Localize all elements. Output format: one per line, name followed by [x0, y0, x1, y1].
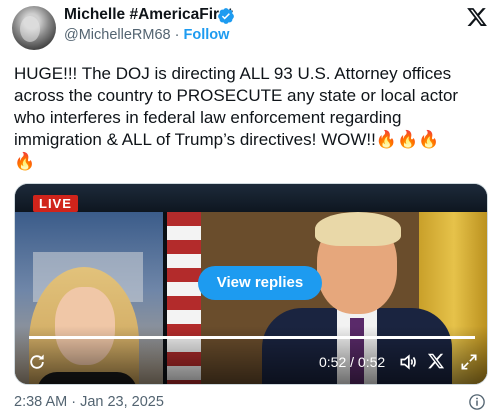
- video-progress-bar[interactable]: [29, 336, 475, 339]
- x-icon[interactable]: [427, 352, 445, 370]
- separator: ·: [174, 27, 180, 43]
- display-name[interactable]: Michelle #AmericaFirst: [64, 6, 233, 24]
- handle[interactable]: @MichelleRM68: [64, 27, 171, 43]
- info-icon[interactable]: [468, 393, 486, 411]
- tweet-card: Michelle #AmericaFirst @MichelleRM68 · F…: [0, 0, 500, 418]
- x-logo-icon[interactable]: [466, 6, 488, 28]
- live-badge: LIVE: [33, 195, 78, 212]
- fire-emoji: 🔥: [397, 130, 419, 149]
- video-time: 0:52 / 0:52: [319, 354, 386, 370]
- fire-emoji: 🔥: [14, 152, 36, 171]
- expand-icon[interactable]: [459, 352, 479, 372]
- replay-icon[interactable]: [27, 352, 47, 372]
- timestamp[interactable]: 2:38 AM · Jan 23, 2025: [14, 394, 164, 410]
- verified-badge-icon: [218, 8, 234, 24]
- fire-emoji: 🔥: [418, 130, 440, 149]
- avatar[interactable]: [12, 6, 56, 50]
- handle-row: @MichelleRM68 · Follow: [64, 27, 229, 43]
- tweet-text: HUGE!!! The DOJ is directing ALL 93 U.S.…: [14, 63, 492, 173]
- view-replies-button[interactable]: View replies: [198, 266, 322, 300]
- video-player[interactable]: LIVE View replies 0:52 / 0:52: [14, 183, 488, 385]
- volume-icon[interactable]: [397, 352, 419, 372]
- follow-button[interactable]: Follow: [184, 27, 230, 43]
- video-progress-fill: [29, 336, 475, 339]
- fire-emoji: 🔥: [375, 130, 397, 149]
